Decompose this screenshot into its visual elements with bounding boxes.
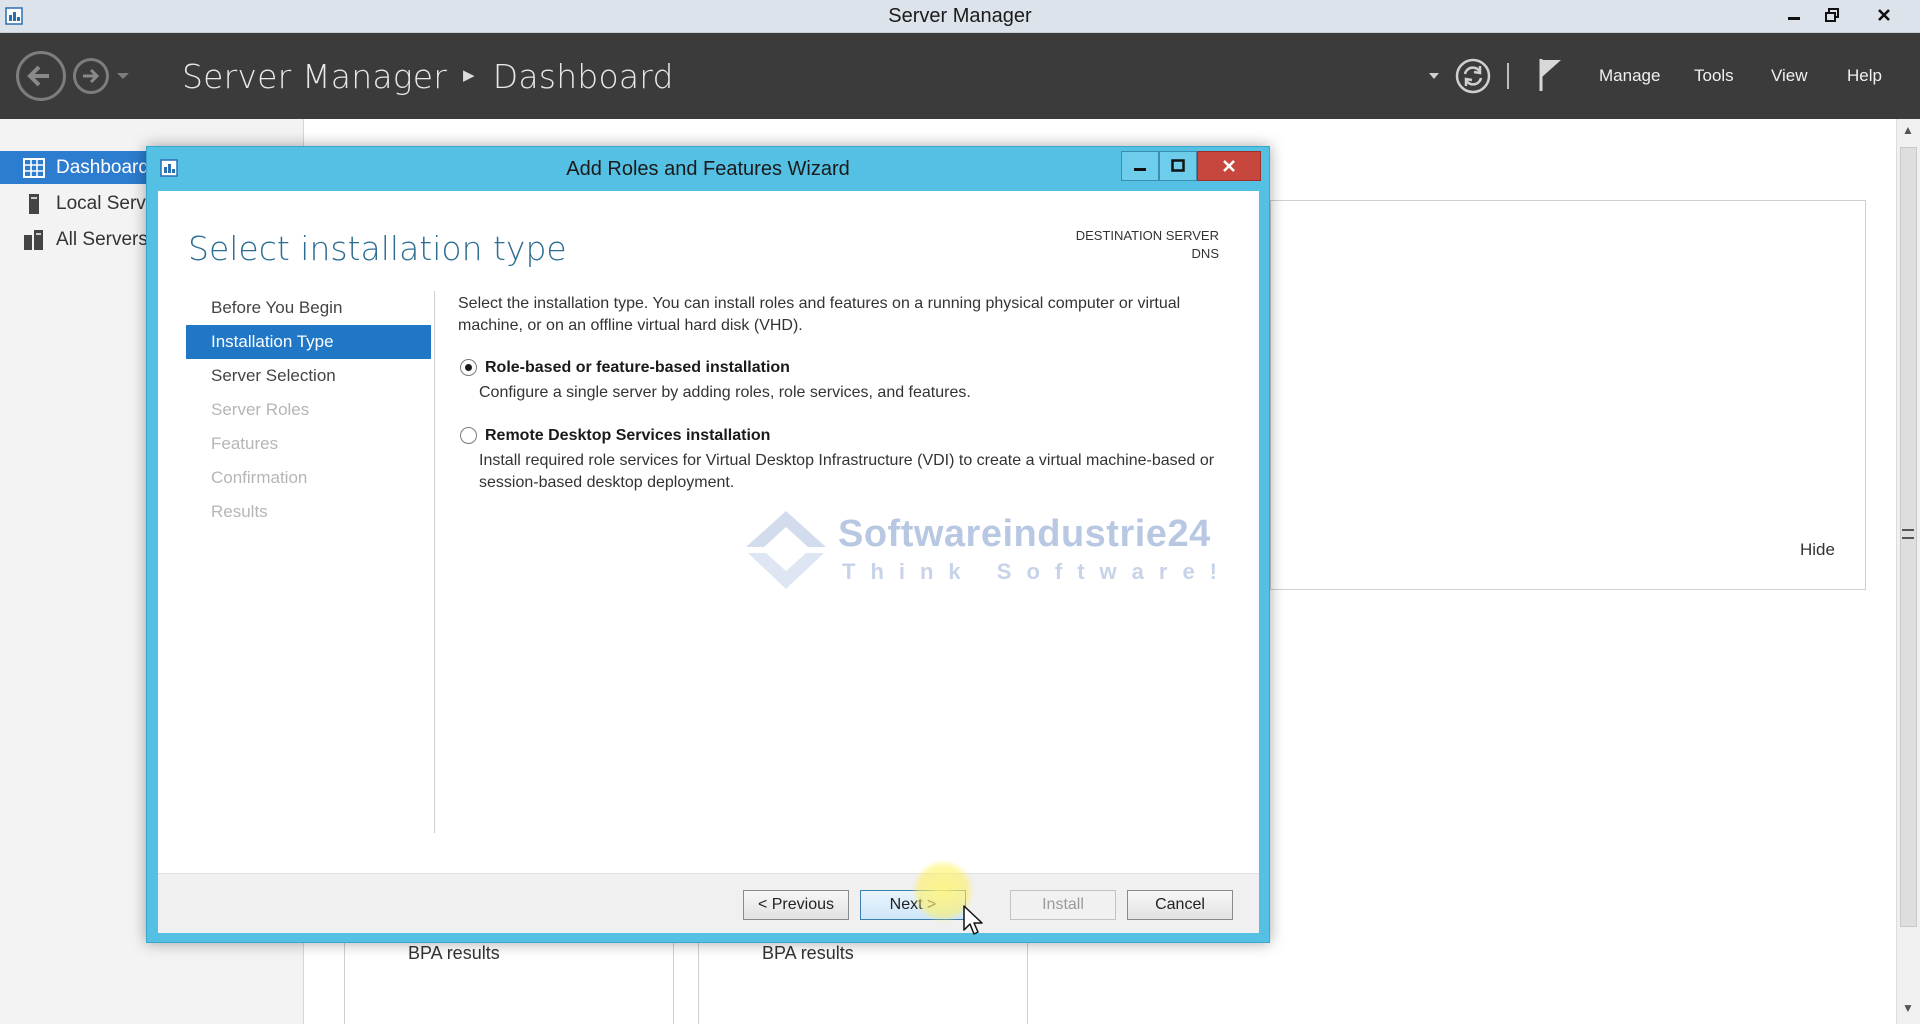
- wizard-minimize-icon[interactable]: [1121, 151, 1159, 181]
- scroll-grip-icon: [1902, 529, 1914, 539]
- step-installation-type[interactable]: Installation Type: [186, 325, 431, 359]
- refresh-icon[interactable]: [1454, 57, 1492, 95]
- restore-icon[interactable]: [1816, 0, 1848, 30]
- add-roles-wizard-dialog: Add Roles and Features Wizard Select ins…: [146, 146, 1270, 943]
- server-icon: [22, 193, 46, 215]
- dashboard-grid-icon: [22, 157, 46, 179]
- destination-server: DESTINATION SERVER DNS: [1076, 227, 1219, 263]
- next-button[interactable]: Next >: [860, 890, 966, 920]
- menu-help[interactable]: Help: [1847, 66, 1882, 86]
- breadcrumb-page: Dashboard: [492, 57, 674, 96]
- watermark-logo-icon: [746, 511, 826, 589]
- step-before-you-begin[interactable]: Before You Begin: [186, 291, 431, 325]
- step-server-roles: Server Roles: [211, 400, 310, 419]
- breadcrumb-root: Server Manager: [182, 57, 448, 96]
- page-title: Select installation type: [188, 229, 567, 268]
- bpa-results-link[interactable]: BPA results: [762, 943, 854, 964]
- bpa-results-link[interactable]: BPA results: [408, 943, 500, 964]
- sidebar-item-label: All Servers: [56, 228, 148, 250]
- wizard-body: Select installation type DESTINATION SER…: [158, 191, 1259, 887]
- scroll-up-icon[interactable]: ▲: [1902, 123, 1914, 137]
- server-manager-header: Server Manager ▶ Dashboard Manage Tools Vi…: [0, 33, 1920, 119]
- window-titlebar: Server Manager: [0, 0, 1920, 33]
- role-based-radio[interactable]: [460, 359, 477, 376]
- steps-divider: [434, 291, 435, 833]
- menu-manage[interactable]: Manage: [1599, 66, 1660, 86]
- destination-server-label: DESTINATION SERVER: [1075, 228, 1219, 243]
- arrow-right-icon: [83, 68, 100, 84]
- wizard-titlebar: Add Roles and Features Wizard: [147, 147, 1269, 191]
- menu-view[interactable]: View: [1771, 66, 1808, 86]
- option-description: Install required role services for Virtu…: [479, 452, 1215, 491]
- notifications-flag-icon[interactable]: [1538, 57, 1564, 93]
- wizard-maximize-icon[interactable]: [1159, 151, 1197, 181]
- watermark-brand: Softwareindustrie24: [838, 513, 1211, 555]
- servers-icon: [22, 229, 46, 251]
- sidebar-item-label: Dashboard: [56, 156, 149, 178]
- destination-server-value: DNS: [1191, 246, 1219, 261]
- dashboard-tile: [698, 940, 1028, 1024]
- previous-button[interactable]: < Previous: [743, 890, 849, 920]
- minimize-icon[interactable]: [1778, 0, 1810, 30]
- breadcrumb: Server Manager ▶ Dashboard: [182, 57, 674, 96]
- dashboard-tile: [344, 940, 674, 1024]
- back-button[interactable]: [16, 51, 66, 101]
- remote-desktop-radio[interactable]: [460, 427, 477, 444]
- cancel-button[interactable]: Cancel: [1127, 890, 1233, 920]
- watermark-tagline: Think Software!: [842, 559, 1233, 584]
- forward-button[interactable]: [73, 58, 109, 94]
- option-title: Role-based or feature-based installation: [485, 359, 790, 376]
- wizard-steps: Before You Begin Installation Type Serve…: [186, 291, 431, 529]
- wizard-content: Select the installation type. You can in…: [458, 293, 1238, 494]
- wizard-title: Add Roles and Features Wizard: [566, 158, 850, 180]
- arrow-left-icon: [27, 65, 49, 87]
- close-icon[interactable]: [1866, 0, 1902, 30]
- intro-text: Select the installation type. You can in…: [458, 295, 1181, 334]
- option-description: Configure a single server by adding role…: [479, 384, 971, 401]
- history-dropdown-icon[interactable]: [116, 71, 130, 81]
- dashboard-welcome-panel: [1270, 200, 1866, 590]
- option-title: Remote Desktop Services installation: [485, 427, 771, 444]
- wizard-footer: < Previous Next > Install Cancel: [158, 873, 1259, 933]
- wizard-close-icon[interactable]: [1197, 151, 1261, 181]
- scroll-down-icon[interactable]: ▼: [1902, 1001, 1914, 1015]
- menu-tools[interactable]: Tools: [1694, 66, 1734, 86]
- option-remote-desktop[interactable]: Remote Desktop Services installation Ins…: [458, 425, 1238, 494]
- step-confirmation: Confirmation: [211, 468, 308, 487]
- option-role-based[interactable]: Role-based or feature-based installation…: [458, 357, 1238, 404]
- step-features: Features: [211, 434, 279, 453]
- vertical-scrollbar[interactable]: ▲ ▼: [1896, 119, 1920, 1024]
- dropdown-caret-icon[interactable]: [1428, 71, 1440, 81]
- window-title: Server Manager: [888, 5, 1032, 27]
- breadcrumb-separator-icon: ▶: [463, 66, 475, 84]
- step-results: Results: [211, 502, 268, 521]
- header-divider: [1507, 63, 1509, 89]
- step-server-selection[interactable]: Server Selection: [186, 359, 431, 393]
- hide-link[interactable]: Hide: [1800, 540, 1835, 560]
- install-button: Install: [1010, 890, 1116, 920]
